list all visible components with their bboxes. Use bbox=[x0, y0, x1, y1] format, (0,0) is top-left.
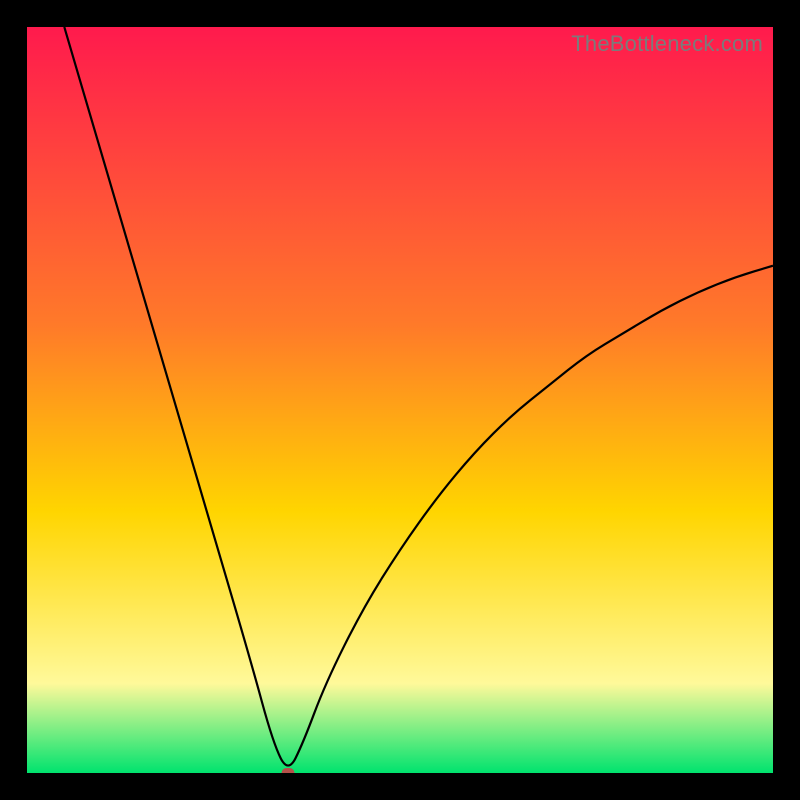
chart-frame: TheBottleneck.com bbox=[0, 0, 800, 800]
bottleneck-curve bbox=[27, 27, 773, 773]
plot-area: TheBottleneck.com bbox=[27, 27, 773, 773]
minimum-marker bbox=[282, 768, 295, 773]
watermark-label: TheBottleneck.com bbox=[571, 31, 763, 57]
